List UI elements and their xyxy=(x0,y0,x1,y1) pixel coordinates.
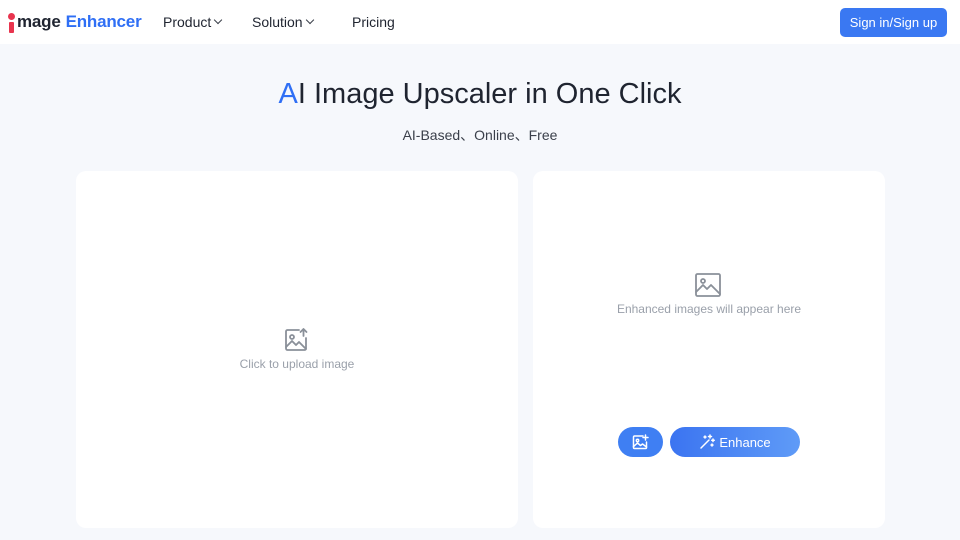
magic-wand-icon xyxy=(700,434,716,449)
image-icon xyxy=(695,273,721,297)
nav-pricing-link[interactable]: Pricing xyxy=(352,0,395,44)
chevron-down-icon xyxy=(214,15,223,25)
image-upload-icon xyxy=(285,328,308,351)
upload-dropzone[interactable]: Click to upload image xyxy=(76,171,518,528)
sign-in-button[interactable]: Sign in/Sign up xyxy=(840,8,947,37)
nav-solution-menu[interactable]: Solution xyxy=(252,0,314,44)
chevron-down-icon xyxy=(305,15,314,25)
image-enhancer-logo[interactable]: mage Enhancer xyxy=(8,10,142,34)
enhance-button[interactable]: Enhance xyxy=(670,427,800,457)
logo-i-mark xyxy=(8,11,16,33)
logo-word-enhancer: Enhancer xyxy=(65,12,142,31)
result-placeholder-text: Enhanced images will appear here xyxy=(616,302,802,316)
page-subtitle: AI-Based、Online、Free xyxy=(402,127,558,143)
add-image-icon xyxy=(632,434,649,450)
nav-solution-label: Solution xyxy=(252,14,303,30)
nav-product-label: Product xyxy=(163,14,212,30)
page-title-rest: I Image Upscaler in One Click xyxy=(297,78,682,110)
nav-product-menu[interactable]: Product xyxy=(163,0,223,44)
result-preview-panel: Enhanced images will appear here Enhance xyxy=(533,171,885,528)
nav-pricing-label: Pricing xyxy=(352,14,395,30)
top-navigation-bar: mage Enhancer Product Solution Pricing S… xyxy=(0,0,960,44)
page-title: AI Image Upscaler in One Click xyxy=(0,78,960,111)
logo-word-mage: mage xyxy=(17,12,61,31)
enhance-button-label: Enhance xyxy=(719,434,771,450)
page-title-accent: A xyxy=(278,78,298,110)
add-image-button[interactable] xyxy=(618,427,663,457)
upload-prompt-text: Click to upload image xyxy=(239,357,355,371)
